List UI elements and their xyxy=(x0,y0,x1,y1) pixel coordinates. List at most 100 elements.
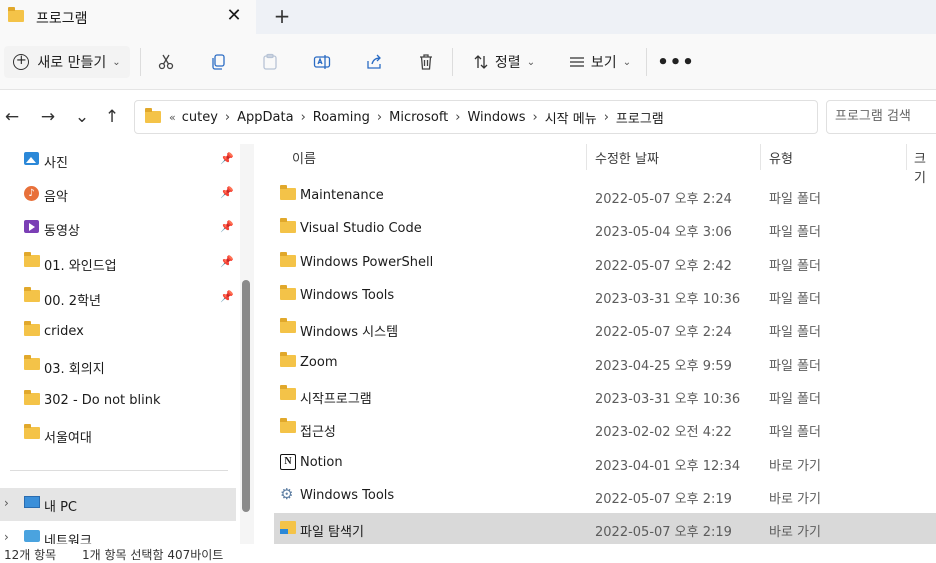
file-date: 2023-03-31 오후 10:36 xyxy=(595,392,741,407)
sidebar-item-this-pc[interactable]: › 내 PC xyxy=(0,488,236,521)
file-date: 2023-03-31 오후 10:36 xyxy=(595,292,741,307)
close-tab-icon[interactable]: ✕ xyxy=(224,4,244,28)
file-name: Zoom xyxy=(300,355,338,370)
view-button[interactable]: 보기 ⌄ xyxy=(562,46,638,78)
file-name: Windows PowerShell xyxy=(300,255,434,270)
selection-info: 1개 항목 선택함 407바이트 xyxy=(82,548,224,562)
file-row[interactable]: Windows Tools 2023-03-31 오후 10:36 파일 폴더 xyxy=(274,280,936,312)
file-type: 바로 가기 xyxy=(769,492,821,507)
pin-icon[interactable]: 📌 xyxy=(220,152,234,165)
file-type: 파일 폴더 xyxy=(769,225,821,240)
sort-button[interactable]: 정렬 ⌄ xyxy=(466,46,542,78)
copy-button[interactable] xyxy=(202,46,234,78)
file-row-selected[interactable]: 파일 탐색기 2022-05-07 오후 2:19 바로 가기 xyxy=(274,513,936,544)
search-input[interactable]: 프로그램 검색 xyxy=(826,100,936,134)
sidebar-item-windup[interactable]: 01. 와인드업 📌 xyxy=(0,247,236,280)
navigation-pane: 사진 📌 ♪ 음악 📌 동영상 📌 01. 와인드업 📌 00. 2학년 📌 c… xyxy=(0,144,240,544)
pin-icon[interactable]: 📌 xyxy=(220,186,234,199)
new-button[interactable]: + 새로 만들기 ⌄ xyxy=(4,46,130,78)
rename-button[interactable] xyxy=(306,46,338,78)
tab-programs[interactable]: 프로그램 ✕ xyxy=(0,0,256,34)
folder-icon xyxy=(145,108,161,123)
file-row[interactable]: Zoom 2023-04-25 오후 9:59 파일 폴더 xyxy=(274,347,936,379)
breadcrumb-start-menu[interactable]: 시작 메뉴 xyxy=(545,108,597,127)
sidebar-item-videos[interactable]: 동영상 📌 xyxy=(0,212,236,245)
column-divider[interactable] xyxy=(760,144,761,170)
breadcrumb-separator[interactable]: › xyxy=(533,110,538,125)
breadcrumb-overflow[interactable]: « xyxy=(169,111,176,124)
sidebar-item-2nd-grade[interactable]: 00. 2학년 📌 xyxy=(0,282,236,315)
title-bar: 프로그램 ✕ + xyxy=(0,0,936,34)
back-button[interactable]: ← xyxy=(0,106,24,130)
chevron-down-icon: ⌄ xyxy=(112,56,121,68)
breadcrumb-roaming[interactable]: Roaming xyxy=(313,110,370,125)
forward-button[interactable]: → xyxy=(36,106,60,130)
sidebar-scrollbar-thumb[interactable] xyxy=(242,280,250,512)
share-button[interactable] xyxy=(358,46,390,78)
file-row[interactable]: Windows 시스템 2022-05-07 오후 2:24 파일 폴더 xyxy=(274,313,936,345)
folder-icon xyxy=(24,321,40,336)
folder-icon xyxy=(24,252,40,267)
sidebar-item-network[interactable]: › 네트워크 xyxy=(0,522,236,544)
more-options-button[interactable]: ••• xyxy=(657,46,694,78)
file-row[interactable]: N Notion 2023-04-01 오후 12:34 바로 가기 xyxy=(274,447,936,479)
pin-icon[interactable]: 📌 xyxy=(220,290,234,303)
breadcrumb-separator[interactable]: › xyxy=(225,110,230,125)
toolbar-divider xyxy=(452,48,453,76)
breadcrumb-separator[interactable]: › xyxy=(301,110,306,125)
delete-button[interactable] xyxy=(410,46,442,78)
breadcrumb-cutey[interactable]: cutey xyxy=(182,110,218,125)
file-row[interactable]: Windows PowerShell 2022-05-07 오후 2:42 파일… xyxy=(274,247,936,279)
breadcrumb-appdata[interactable]: AppData xyxy=(237,110,293,125)
folder-icon xyxy=(24,287,40,302)
file-name: 파일 탐색기 xyxy=(300,525,364,540)
file-name: Windows Tools xyxy=(300,288,395,303)
breadcrumb-programs[interactable]: 프로그램 xyxy=(616,108,664,127)
breadcrumb-windows[interactable]: Windows xyxy=(467,110,525,125)
chevron-down-icon: ⌄ xyxy=(622,56,632,68)
file-row[interactable]: ⚙ Windows Tools 2022-05-07 오후 2:19 바로 가기 xyxy=(274,480,936,512)
column-size[interactable]: 크기 xyxy=(914,148,936,186)
file-row[interactable]: Maintenance 2022-05-07 오후 2:24 파일 폴더 xyxy=(274,180,936,212)
sidebar-item-photos[interactable]: 사진 📌 xyxy=(0,144,236,177)
sidebar-item-music[interactable]: ♪ 음악 📌 xyxy=(0,178,236,211)
cut-button[interactable] xyxy=(150,46,182,78)
paste-icon xyxy=(263,53,277,70)
sidebar-item-label: 01. 와인드업 xyxy=(44,259,117,274)
pin-icon[interactable]: 📌 xyxy=(220,255,234,268)
sidebar-item-cridex[interactable]: cridex xyxy=(0,316,236,349)
column-name[interactable]: 이름 xyxy=(292,148,316,168)
breadcrumb-separator[interactable]: › xyxy=(377,110,382,125)
file-name: Notion xyxy=(300,455,343,470)
sidebar-item-meeting-notes[interactable]: 03. 회의지 xyxy=(0,350,236,383)
sidebar-item-label: 내 PC xyxy=(44,500,78,515)
photos-icon xyxy=(24,152,39,165)
expand-chevron-icon[interactable]: › xyxy=(4,496,9,510)
column-type[interactable]: 유형 xyxy=(769,148,793,168)
address-row: ← → ⌄ ↑ « cutey › AppData › Roaming › Mi… xyxy=(0,90,936,144)
file-row[interactable]: 접근성 2023-02-02 오전 4:22 파일 폴더 xyxy=(274,413,936,445)
folder-icon xyxy=(8,7,24,22)
cut-icon xyxy=(158,54,174,70)
expand-chevron-icon[interactable]: › xyxy=(4,530,9,544)
breadcrumb-separator[interactable]: › xyxy=(604,110,609,125)
column-divider[interactable] xyxy=(586,144,587,170)
file-name: 시작프로그램 xyxy=(300,392,372,407)
file-row[interactable]: Visual Studio Code 2023-05-04 오후 3:06 파일… xyxy=(274,213,936,245)
column-divider[interactable] xyxy=(906,144,907,170)
videos-icon xyxy=(24,220,39,233)
file-name: 접근성 xyxy=(300,425,336,440)
address-bar[interactable]: « cutey › AppData › Roaming › Microsoft … xyxy=(134,100,936,134)
paste-button[interactable] xyxy=(254,46,286,78)
breadcrumb-microsoft[interactable]: Microsoft xyxy=(389,110,448,125)
sidebar-item-seoul-womens-univ[interactable]: 서울여대 xyxy=(0,419,236,452)
breadcrumb-separator[interactable]: › xyxy=(455,110,460,125)
file-row[interactable]: 시작프로그램 2023-03-31 오후 10:36 파일 폴더 xyxy=(274,380,936,412)
up-button[interactable]: ↑ xyxy=(100,106,124,130)
sidebar-item-do-not-blink[interactable]: 302 - Do not blink xyxy=(0,385,236,418)
column-date-modified[interactable]: 수정한 날짜 xyxy=(595,148,659,168)
recent-locations-button[interactable]: ⌄ xyxy=(70,106,94,130)
pin-icon[interactable]: 📌 xyxy=(220,220,234,233)
file-name: Windows Tools xyxy=(300,488,395,503)
new-tab-button[interactable]: + xyxy=(272,4,292,28)
